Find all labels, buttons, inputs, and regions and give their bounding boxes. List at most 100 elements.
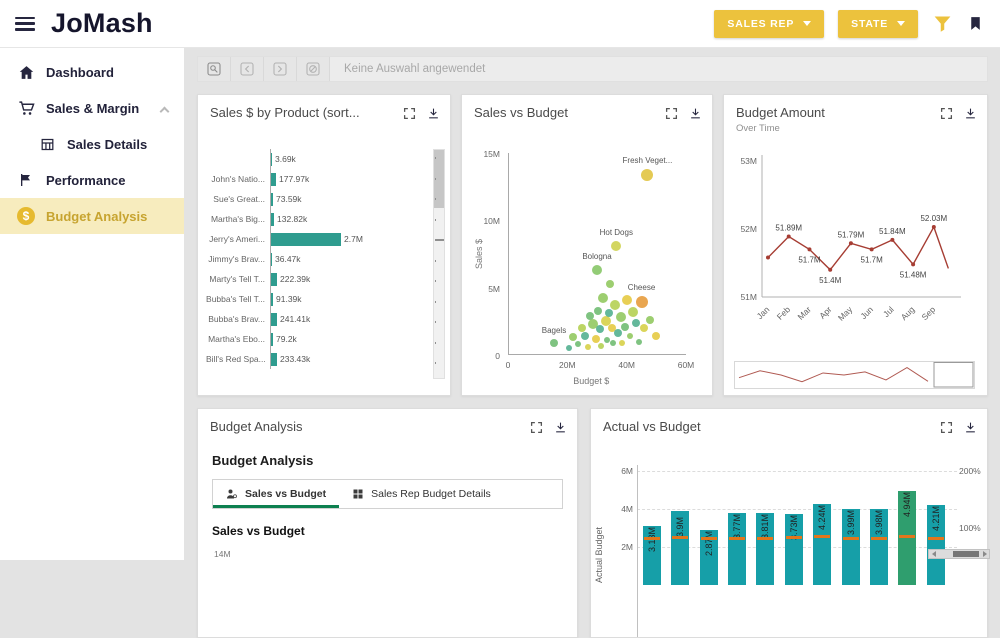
bar[interactable] (271, 333, 273, 346)
download-icon[interactable] (554, 421, 567, 434)
sidebar-item-budget-analysis[interactable]: $ Budget Analysis (0, 198, 184, 234)
card-title: Sales $ by Product (sort... (210, 105, 403, 120)
bar[interactable] (271, 313, 277, 326)
bar-row[interactable]: Bubba's Tell T...91.39k (206, 289, 426, 309)
budget-marker[interactable] (786, 536, 802, 539)
budget-marker[interactable] (814, 535, 830, 538)
bar-row[interactable]: John's Natio... 177.97k (206, 169, 426, 189)
download-icon[interactable] (964, 421, 977, 434)
bar[interactable] (271, 213, 274, 226)
sidebar-item-performance[interactable]: Performance (0, 162, 184, 198)
chevron-down-icon (803, 21, 811, 26)
budget-marker[interactable] (843, 537, 859, 540)
bar-row[interactable]: Jerry's Ameri...2.7M (206, 229, 426, 249)
scatter-point[interactable] (610, 300, 620, 310)
scatter-point[interactable] (622, 295, 632, 305)
fullscreen-icon[interactable] (403, 107, 416, 120)
scatter-point[interactable] (606, 280, 614, 288)
svg-text:51.4M: 51.4M (819, 276, 842, 285)
step-back-icon[interactable] (231, 57, 264, 81)
bookmark-icon[interactable] (967, 15, 984, 32)
menu-icon[interactable] (15, 17, 35, 31)
step-forward-icon[interactable] (264, 57, 297, 81)
fullscreen-icon[interactable] (940, 421, 953, 434)
bar-row[interactable]: Sue's Great...73.59k (206, 189, 426, 209)
sidebar-item-sales-details[interactable]: Sales Details (0, 126, 184, 162)
budget-line-navigator[interactable] (734, 361, 975, 389)
scroll-left-arrow-icon[interactable] (929, 550, 938, 558)
scatter-plot: 05M10M15M020M40M60MSales $Budget $Fresh … (472, 135, 702, 389)
scatter-point[interactable] (575, 341, 581, 347)
clear-selections-icon[interactable] (297, 57, 330, 81)
scatter-point[interactable] (632, 319, 640, 327)
fullscreen-icon[interactable] (530, 421, 543, 434)
sales-rep-filter-button[interactable]: SALES REP (714, 10, 824, 38)
bar-value-label: 3.13M (646, 502, 658, 552)
download-icon[interactable] (427, 107, 440, 120)
bar-value-label: 177.97k (279, 174, 309, 184)
bar-value-label: 36.47k (275, 254, 301, 264)
bar[interactable] (271, 193, 273, 206)
bar[interactable] (271, 233, 341, 246)
section-heading: Budget Analysis (212, 453, 577, 468)
fullscreen-icon[interactable] (940, 107, 953, 120)
budget-marker[interactable] (644, 537, 660, 540)
scrollbar-thumb[interactable] (953, 551, 979, 557)
bar[interactable] (271, 253, 272, 266)
scatter-point[interactable] (641, 169, 653, 181)
download-icon[interactable] (964, 107, 977, 120)
tab-sales-rep-budget-details[interactable]: Sales Rep Budget Details (339, 480, 504, 508)
bar-row[interactable]: 3.69k (206, 149, 426, 169)
download-icon[interactable] (689, 107, 702, 120)
budget-marker[interactable] (928, 537, 944, 540)
budget-marker[interactable] (757, 537, 773, 540)
scatter-point[interactable] (621, 323, 629, 331)
bar-row[interactable]: Martha's Ebo...79.2k (206, 329, 426, 349)
bar[interactable] (271, 353, 277, 366)
bar-row[interactable]: Jimmy's Brav...36.47k (206, 249, 426, 269)
bar-row[interactable]: Martha's Big...132.82k (206, 209, 426, 229)
bar-row-label: John's Natio... (206, 174, 270, 184)
sidebar-item-sales-margin[interactable]: Sales & Margin (0, 90, 184, 126)
bar[interactable] (271, 153, 272, 166)
scatter-point[interactable] (636, 339, 642, 345)
bar-row[interactable]: Marty's Tell T...222.39k (206, 269, 426, 289)
scrollbar-track[interactable] (938, 550, 980, 558)
bar[interactable] (271, 293, 273, 306)
scatter-point[interactable] (628, 307, 638, 317)
bar-value-label: 79.2k (276, 334, 297, 344)
scatter-point[interactable] (627, 333, 633, 339)
tab-sales-vs-budget[interactable]: Sales vs Budget (213, 480, 339, 508)
bar[interactable] (271, 173, 276, 186)
budget-marker[interactable] (729, 537, 745, 540)
scroll-right-arrow-icon[interactable] (980, 550, 989, 558)
scatter-point[interactable] (585, 344, 591, 350)
fullscreen-icon[interactable] (665, 107, 678, 120)
horizontal-scrollbar[interactable] (928, 549, 990, 559)
bar[interactable] (271, 273, 277, 286)
scatter-point[interactable] (550, 339, 558, 347)
app-logo: JoMash (51, 8, 153, 39)
scatter-point[interactable] (592, 335, 600, 343)
selection-toolbar: Keine Auswahl angewendet (197, 56, 988, 82)
chart-scrollbar[interactable] (433, 149, 445, 379)
scatter-point[interactable] (636, 296, 648, 308)
budget-marker[interactable] (899, 535, 915, 538)
budget-marker[interactable] (871, 537, 887, 540)
budget-marker[interactable] (672, 536, 688, 539)
bar-row[interactable]: Bill's Red Spa...233.43k (206, 349, 426, 369)
bar-zone: 132.82k (270, 209, 426, 229)
y-axis-line (637, 465, 638, 638)
card-title: Budget Analysis (210, 419, 530, 434)
svg-text:51.7M: 51.7M (798, 255, 821, 264)
scatter-point[interactable] (616, 312, 626, 322)
state-filter-button[interactable]: STATE (838, 10, 918, 38)
budget-analysis-card: Budget Analysis Budget Analysis Sales vs… (197, 408, 578, 638)
filter-funnel-icon[interactable] (932, 13, 953, 34)
smart-search-icon[interactable] (198, 57, 231, 81)
chevron-up-icon[interactable] (160, 107, 170, 117)
bar-row[interactable]: Bubba's Brav...241.41k (206, 309, 426, 329)
sidebar-item-dashboard[interactable]: Dashboard (0, 54, 184, 90)
budget-marker[interactable] (701, 537, 717, 540)
bar-row-label: Bubba's Brav... (206, 314, 270, 324)
